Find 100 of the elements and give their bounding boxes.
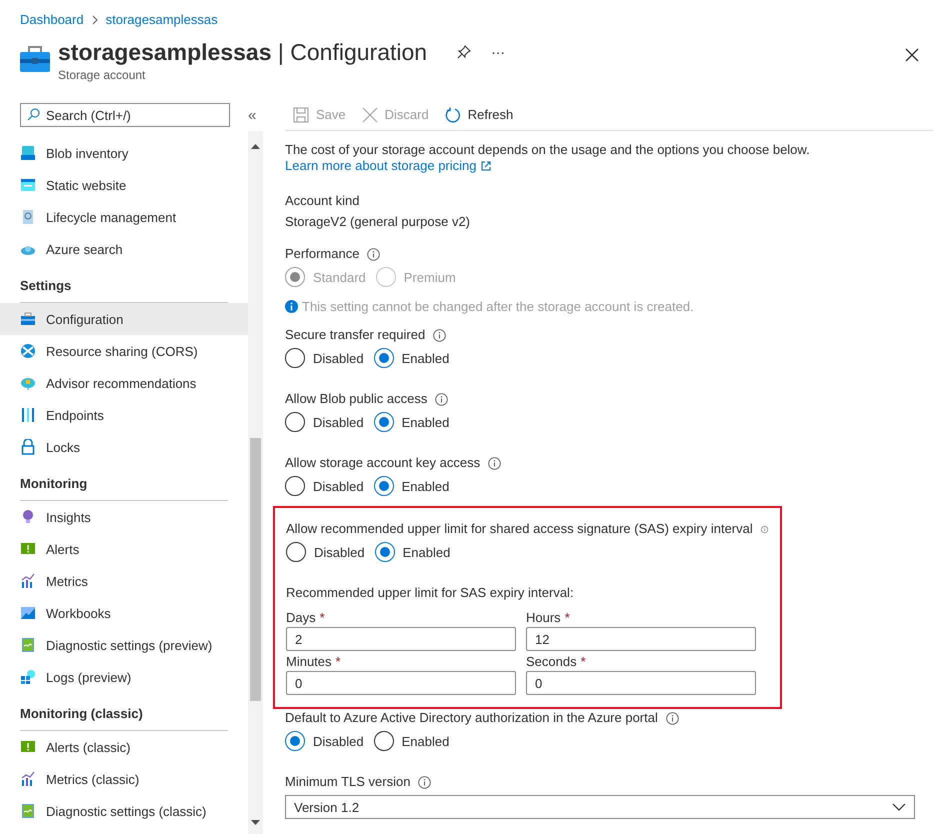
setting-label: Performance	[285, 245, 360, 263]
nav-item[interactable]: Endpoints	[0, 399, 248, 431]
save-icon	[293, 106, 309, 122]
info-icon	[488, 456, 502, 470]
breadcrumb-link[interactable]: storagesamplessas	[106, 12, 218, 27]
nav-item[interactable]: Azure search	[0, 233, 248, 265]
intro-text: The cost of your storage account depends on the usage and the options you choose below.	[285, 141, 811, 158]
scroll-down-icon[interactable]	[251, 820, 260, 825]
nav-item[interactable]: Configuration	[0, 303, 248, 335]
field-value: StorageV2 (general purpose v2)	[285, 213, 472, 231]
nav-item[interactable]: Lifecycle management	[0, 201, 248, 233]
nav-item[interactable]: Blob inventory	[0, 137, 248, 169]
close-icon	[905, 48, 919, 62]
info-icon	[285, 300, 298, 313]
breadcrumb-link[interactable]: Dashboard	[20, 12, 84, 27]
pricing-link[interactable]: Learn more about storage pricing	[285, 158, 491, 173]
radio-option[interactable]: Enabled	[374, 731, 450, 751]
search-field[interactable]: Search (Ctrl+/)	[20, 103, 230, 127]
setting-label: Allow Blob public access	[285, 390, 428, 408]
page-title: storagesamplessas | Configuration	[58, 38, 428, 66]
chart-icon	[20, 637, 36, 653]
section-heading: Monitoring (classic)	[20, 705, 228, 731]
nav-item[interactable]: Diagnostic settings (classic)	[0, 795, 248, 827]
radio-option[interactable]: Disabled	[286, 542, 365, 562]
info-icon	[418, 776, 432, 788]
field-label: Minutes	[286, 653, 332, 671]
nav-item[interactable]: Resource sharing (CORS)	[0, 335, 248, 367]
info-icon	[433, 328, 446, 342]
nav-item[interactable]: Logs (preview)	[0, 661, 248, 693]
field-label: Account kind	[285, 192, 360, 210]
alert-icon	[20, 541, 36, 557]
input-field[interactable]: 0	[286, 671, 516, 695]
setting-label: Minimum TLS version	[285, 773, 410, 791]
setting-label: Default to Azure Active Directory authorization in the Azure portal	[285, 709, 658, 727]
info-icon	[367, 248, 380, 260]
radio-option[interactable]: Disabled	[285, 412, 364, 432]
toolbox-icon	[20, 46, 50, 72]
required-mark: *	[580, 653, 586, 671]
scroll-up-icon[interactable]	[251, 144, 260, 149]
lightbulb-icon	[20, 509, 36, 525]
collapse-button[interactable]: «	[244, 106, 260, 124]
nav-item[interactable]: Alerts (classic)	[0, 731, 248, 763]
chevron-down-icon	[892, 803, 906, 811]
radio-option[interactable]: Enabled	[374, 542, 450, 562]
refresh-button[interactable]: Refresh	[444, 106, 514, 122]
alert-icon	[20, 739, 36, 755]
radio-option[interactable]: Disabled	[285, 731, 364, 751]
nav-item[interactable]: Static website	[0, 169, 248, 201]
area-chart-icon	[20, 605, 36, 621]
database-icon	[20, 145, 36, 161]
required-mark: *	[336, 653, 341, 671]
nav-item[interactable]: Metrics (classic)	[0, 763, 248, 795]
setting-label: Allow recommended upper limit for shared access signature (SAS) expiry interval	[286, 520, 753, 538]
globe-icon	[20, 343, 36, 359]
radio-option[interactable]: Disabled	[285, 476, 364, 496]
nav-item[interactable]: Advisor recommendations	[0, 367, 248, 399]
tls-dropdown[interactable]: Version 1.2	[285, 795, 915, 819]
nav-item[interactable]: Insights	[0, 501, 248, 533]
radio-option[interactable]: Enabled	[374, 476, 450, 496]
radio-option[interactable]: Enabled	[374, 412, 450, 432]
logs-icon	[20, 669, 36, 685]
field-label: Days	[286, 609, 316, 627]
close-icon	[362, 106, 378, 122]
cloud-icon	[20, 375, 36, 391]
search-icon	[27, 108, 40, 121]
radio-option[interactable]: Enabled	[374, 348, 450, 368]
info-note: This setting cannot be changed after the storage account is created.	[302, 299, 694, 314]
nav-item[interactable]: Alerts	[0, 533, 248, 565]
input-field[interactable]: 2	[286, 627, 516, 651]
input-field[interactable]: 12	[526, 627, 756, 651]
info-icon	[435, 392, 448, 406]
section-heading: Monitoring	[20, 475, 228, 501]
pin-icon	[457, 45, 472, 59]
setting-label: Allow storage account key access	[285, 454, 480, 472]
nav-item[interactable]: Locks	[0, 431, 248, 463]
field-label: Hours	[526, 609, 561, 627]
browser-window-icon	[20, 177, 36, 193]
field-label: Seconds	[526, 653, 577, 671]
nav-item[interactable]: Metrics	[0, 565, 248, 597]
lock-icon	[20, 439, 36, 455]
more-button[interactable]: ···	[487, 44, 510, 60]
nav-item[interactable]: Diagnostic settings (preview)	[0, 629, 248, 661]
setting-label: Secure transfer required	[285, 326, 426, 344]
bar-chart-icon	[20, 573, 36, 589]
scrollbar[interactable]	[248, 131, 263, 834]
refresh-icon	[444, 106, 461, 122]
radio-option[interactable]: Disabled	[285, 348, 364, 368]
bar-chart-icon	[20, 771, 36, 787]
chevron-right-icon	[92, 14, 98, 24]
input-field[interactable]: 0	[526, 671, 756, 695]
nav-item[interactable]: Workbooks	[0, 597, 248, 629]
info-icon	[666, 712, 679, 724]
chart-icon	[20, 803, 36, 819]
external-link-icon	[480, 160, 491, 170]
bars-icon	[20, 407, 36, 423]
required-mark: *	[564, 609, 570, 627]
toolbox-icon	[20, 311, 36, 327]
interval-label: Recommended upper limit for SAS expiry interval:	[286, 584, 575, 601]
required-mark: *	[320, 609, 325, 627]
page-subtitle: Storage account	[58, 68, 146, 82]
